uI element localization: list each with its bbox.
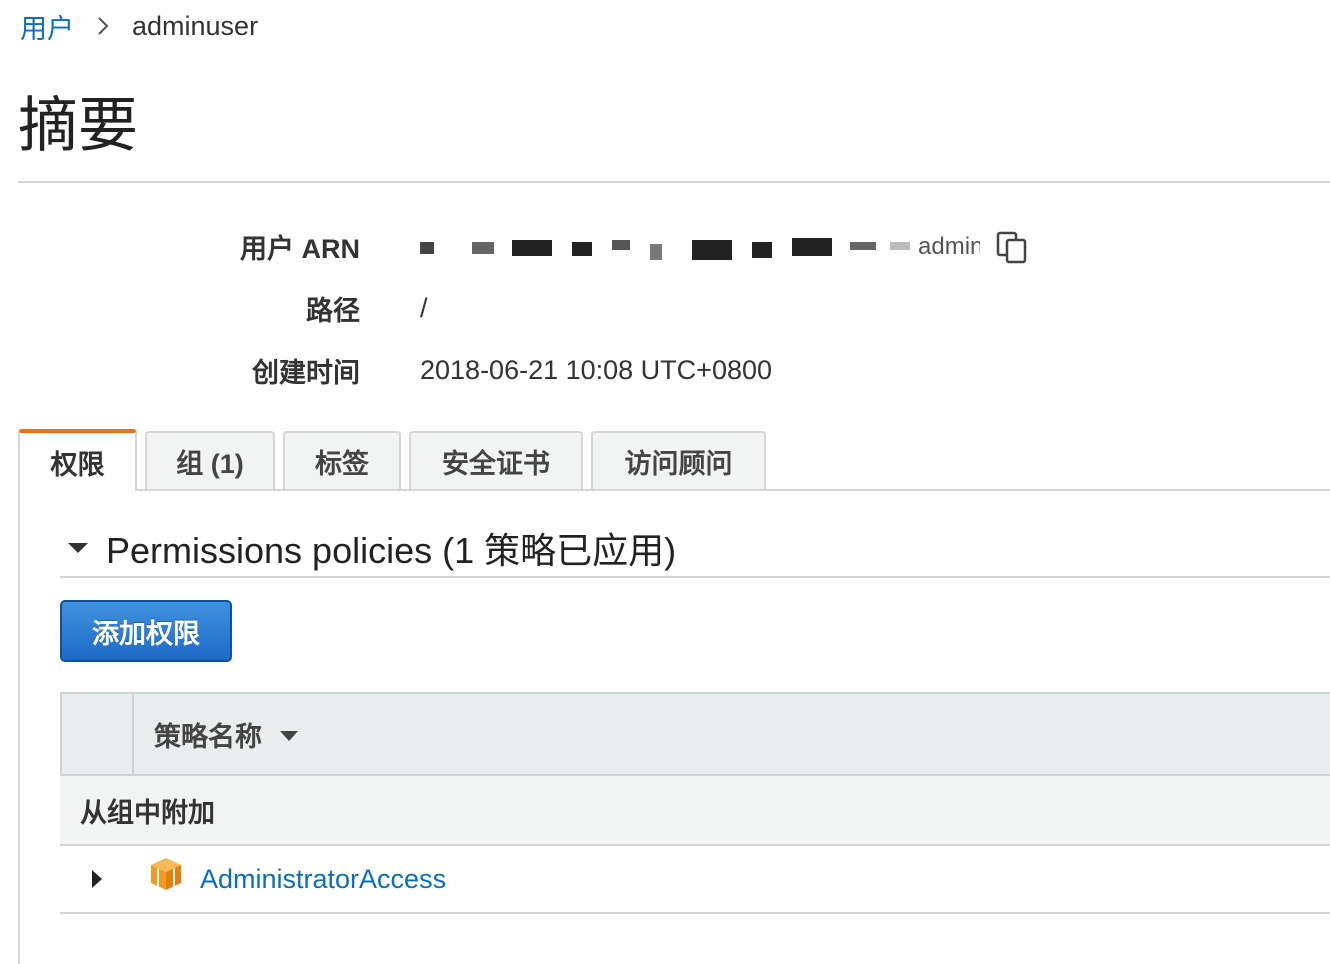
- table-row: AdministratorAccess: [60, 846, 1330, 914]
- created-value: 2018-06-21 10:08 UTC+0800: [420, 354, 773, 385]
- svg-text:adminuser: adminuser: [918, 233, 980, 260]
- tabs-bar: 权限 组 (1) 标签 安全证书 访问顾问: [18, 429, 1330, 491]
- permissions-section-title: Permissions policies (1 策略已应用): [106, 530, 677, 571]
- policies-table-header: 策略名称: [60, 692, 1330, 776]
- add-permissions-button[interactable]: 添加权限: [60, 600, 232, 662]
- summary-path-row: 路径 /: [0, 288, 1330, 328]
- tab-access-advisor[interactable]: 访问顾问: [591, 431, 766, 489]
- tab-tags[interactable]: 标签: [283, 431, 401, 489]
- summary-arn-row: 用户 ARN adminuser: [0, 226, 1330, 266]
- iam-user-summary-page: 用户 adminuser 摘要 用户 ARN adminuser: [0, 0, 1330, 964]
- copy-icon[interactable]: [995, 230, 1029, 264]
- group-attached-row: 从组中附加: [60, 776, 1330, 846]
- page-title: 摘要: [18, 92, 138, 159]
- policy-link-administratoraccess[interactable]: AdministratorAccess: [200, 864, 446, 895]
- title-divider: [18, 181, 1330, 183]
- group-attached-label: 从组中附加: [80, 797, 215, 828]
- tabs-divider: [18, 489, 1330, 491]
- breadcrumb-users-link[interactable]: 用户: [20, 7, 74, 46]
- path-value: /: [420, 292, 428, 323]
- column-policy-name[interactable]: 策略名称: [154, 694, 298, 774]
- arn-value-redacted: adminuser: [420, 226, 1030, 266]
- tab-permissions[interactable]: 权限: [18, 429, 137, 491]
- panel-border: [18, 491, 20, 964]
- aws-managed-policy-box-icon: [148, 856, 184, 892]
- breadcrumb: 用户 adminuser: [20, 8, 258, 44]
- created-label: 创建时间: [252, 357, 360, 388]
- collapse-caret-icon[interactable]: [68, 543, 88, 553]
- sort-caret-icon[interactable]: [280, 731, 298, 741]
- path-label: 路径: [306, 295, 360, 326]
- expand-row-caret-icon[interactable]: [92, 870, 102, 888]
- permissions-section-header[interactable]: Permissions policies (1 策略已应用): [60, 520, 1330, 578]
- breadcrumb-current: adminuser: [132, 10, 259, 41]
- chevron-right-icon: [96, 16, 110, 36]
- tab-security-credentials[interactable]: 安全证书: [409, 431, 583, 489]
- column-policy-name-label: 策略名称: [154, 721, 262, 752]
- arn-label: 用户 ARN: [240, 233, 360, 264]
- summary-created-row: 创建时间 2018-06-21 10:08 UTC+0800: [0, 350, 1330, 390]
- tab-groups[interactable]: 组 (1): [145, 431, 275, 489]
- select-column-header: [62, 694, 134, 774]
